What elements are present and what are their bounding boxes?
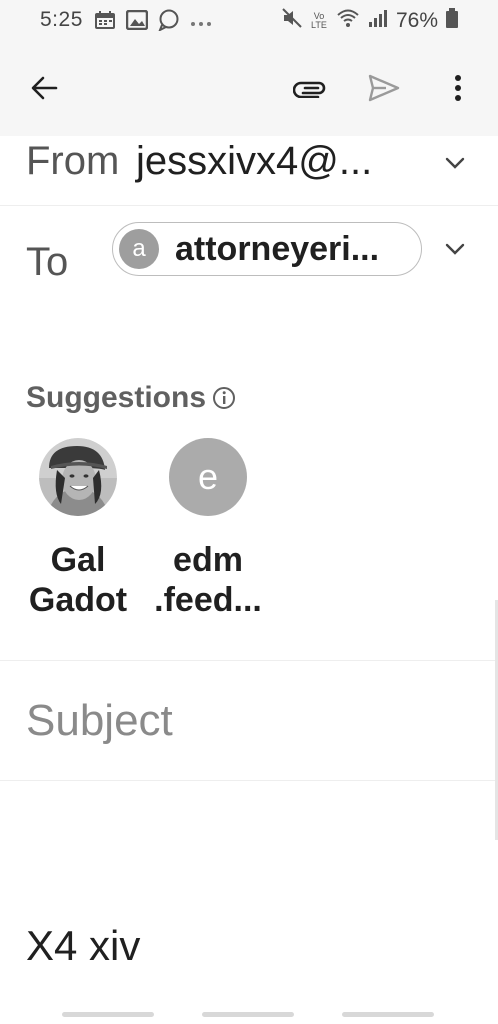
contact-name-line: edm — [173, 541, 243, 579]
body-field[interactable]: X4 xiv — [26, 922, 140, 970]
suggestions-header: Suggestions — [26, 381, 236, 415]
send-button[interactable] — [358, 62, 410, 114]
battery-percent: 76% — [395, 8, 438, 32]
compose-toolbar — [0, 40, 498, 136]
contact-name: Gal Gadot — [8, 540, 148, 620]
volte-icon: Vo LTE — [311, 10, 327, 30]
divider — [0, 780, 498, 781]
info-icon[interactable] — [212, 386, 236, 410]
recipient-avatar: a — [119, 229, 159, 269]
suggestion-contact[interactable]: e edm .feed... — [138, 438, 278, 620]
chevron-down-icon — [445, 157, 465, 169]
chevron-down-icon — [445, 243, 465, 255]
suggestions-title: Suggestions — [26, 381, 207, 414]
navigation-bar — [0, 1008, 498, 1024]
subject-field[interactable]: Subject — [26, 696, 173, 746]
notification-icons — [94, 9, 212, 36]
image-icon — [125, 9, 149, 35]
to-expand-button[interactable] — [440, 234, 470, 264]
wifi-icon — [336, 8, 360, 33]
status-bar: 5:25 Vo LTE 76% — [0, 0, 498, 40]
back-button[interactable] — [18, 62, 70, 114]
contact-name: edm .feed... — [138, 540, 278, 620]
contact-avatar: e — [169, 438, 247, 516]
attach-button[interactable] — [284, 62, 336, 114]
recipient-address: attorneyeri... — [175, 229, 380, 268]
system-icons: Vo LTE 76% — [282, 8, 458, 33]
paperclip-icon — [293, 81, 326, 98]
contact-photo — [39, 438, 117, 516]
nav-recents-button[interactable] — [62, 1012, 154, 1017]
more-options-button[interactable] — [432, 62, 484, 114]
to-label: To — [26, 240, 69, 284]
arrow-left-icon — [31, 76, 58, 100]
nav-home-button[interactable] — [202, 1012, 294, 1017]
mute-icon — [282, 8, 302, 33]
divider — [0, 660, 498, 661]
calendar-icon — [94, 10, 116, 35]
from-expand-button[interactable] — [440, 148, 470, 178]
contact-name-line: Gadot — [28, 581, 128, 619]
suggestion-contact[interactable]: Gal Gadot — [8, 438, 148, 620]
from-label: From — [26, 139, 120, 183]
send-icon — [368, 74, 400, 102]
divider — [0, 205, 498, 206]
battery-icon — [446, 8, 458, 33]
status-time: 5:25 — [40, 8, 83, 31]
from-account[interactable]: jessxivx4@... — [136, 139, 372, 184]
chat-bubble-icon — [158, 9, 180, 36]
contact-name-line: .feed... — [154, 581, 262, 619]
signal-icon — [368, 8, 388, 33]
recipient-chip[interactable]: a attorneyeri... — [112, 222, 422, 276]
more-dots-icon — [190, 14, 212, 32]
more-vert-icon — [455, 75, 461, 101]
contact-name-line: Gal — [50, 541, 106, 579]
nav-back-button[interactable] — [342, 1012, 434, 1017]
